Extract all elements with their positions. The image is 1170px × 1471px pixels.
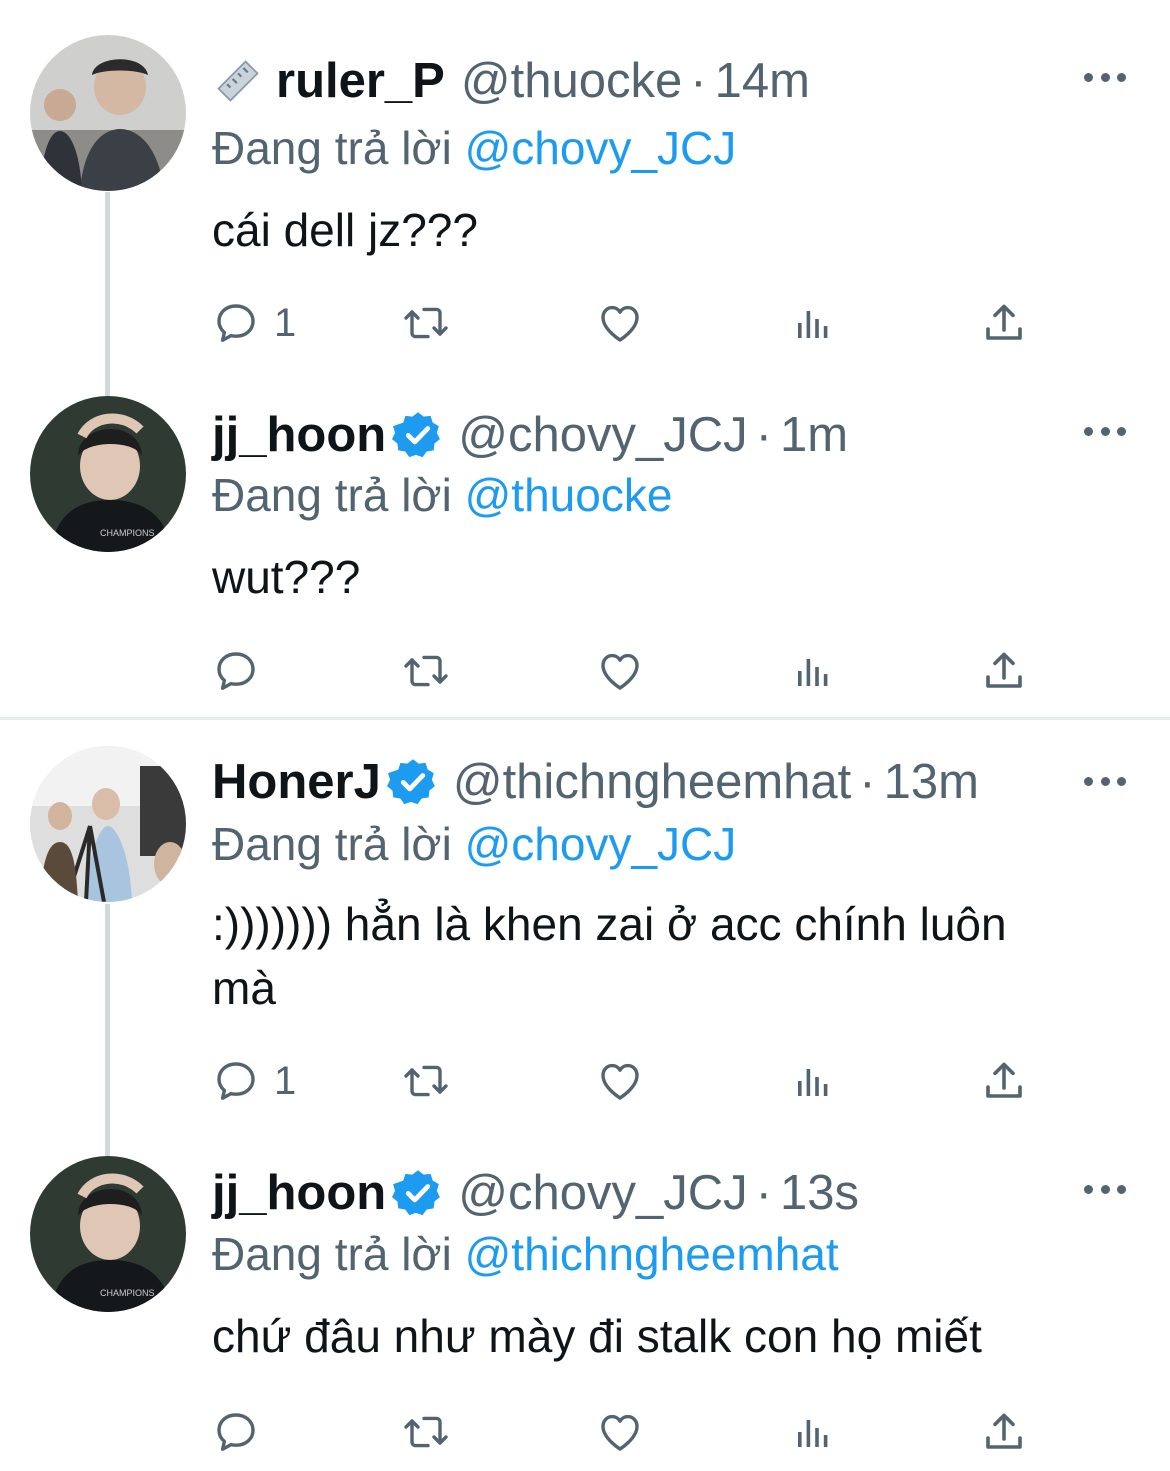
thread-connector-2 xyxy=(105,904,110,1156)
reply-button[interactable] xyxy=(212,1404,274,1460)
verified-badge-icon xyxy=(392,409,444,461)
avatar[interactable]: CHAMPIONS xyxy=(30,1156,186,1312)
timestamp[interactable]: 1m xyxy=(780,400,848,470)
timestamp[interactable]: 13s xyxy=(780,1158,859,1228)
replying-to-mention[interactable]: @thuocke xyxy=(465,469,673,521)
reply-button[interactable]: 1 xyxy=(212,1053,296,1109)
share-icon xyxy=(980,1057,1028,1105)
svg-text:CHAMPIONS: CHAMPIONS xyxy=(100,528,155,538)
like-button[interactable] xyxy=(596,1404,644,1460)
reply-button[interactable]: 1 xyxy=(212,295,296,351)
replying-to-mention[interactable]: @chovy_JCJ xyxy=(465,818,737,870)
action-bar xyxy=(212,1404,1042,1460)
timestamp[interactable]: 13m xyxy=(884,747,979,817)
tweet-header: ruler_P @thuocke · 14m xyxy=(212,46,1140,116)
tweet-header: jj_hoon @chovy_JCJ · 1m xyxy=(212,400,1140,470)
views-button[interactable] xyxy=(788,1404,836,1460)
reply-icon xyxy=(212,647,260,695)
views-icon xyxy=(788,1408,836,1456)
heart-icon xyxy=(596,299,644,347)
timestamp[interactable]: 14m xyxy=(715,46,810,116)
verified-badge-icon xyxy=(387,756,439,808)
replying-to-label: Đang trả lời xyxy=(212,122,452,174)
tweet-header: HonerJ @thichngheemhat · 13m xyxy=(212,747,1140,817)
replying-to-label: Đang trả lời xyxy=(212,469,452,521)
retweet-icon xyxy=(402,1057,450,1105)
separator-dot: · xyxy=(755,408,772,462)
user-handle[interactable]: @chovy_JCJ xyxy=(458,1158,747,1228)
tweet-header: jj_hoon @chovy_JCJ · 13s xyxy=(212,1158,1140,1228)
more-options-icon[interactable] xyxy=(1084,421,1126,441)
heart-icon xyxy=(596,647,644,695)
share-button[interactable] xyxy=(980,643,1028,699)
share-icon xyxy=(980,647,1028,695)
more-options-icon[interactable] xyxy=(1084,771,1126,791)
reply-icon xyxy=(212,1057,260,1105)
views-button[interactable] xyxy=(788,1053,836,1109)
avatar[interactable] xyxy=(30,746,186,902)
reply-count: 1 xyxy=(274,1058,297,1103)
share-icon xyxy=(980,299,1028,347)
retweet-icon xyxy=(402,647,450,695)
separator-dot: · xyxy=(755,1166,772,1220)
like-button[interactable] xyxy=(596,643,644,699)
display-name[interactable]: jj_hoon xyxy=(212,1158,386,1228)
more-options-icon[interactable] xyxy=(1084,1179,1126,1199)
tweet-text: chứ đâu như mày đi stalk con họ miết xyxy=(212,1310,982,1362)
tweet-text: cái dell jz??? xyxy=(212,204,478,256)
replying-to: Đang trả lời @chovy_JCJ xyxy=(212,116,736,180)
reply-icon xyxy=(212,1408,260,1456)
tweet-text: wut??? xyxy=(212,551,361,603)
reply-icon xyxy=(212,299,260,347)
retweet-button[interactable] xyxy=(402,643,450,699)
views-icon xyxy=(788,1057,836,1105)
retweet-button[interactable] xyxy=(402,1053,450,1109)
more-options-icon[interactable] xyxy=(1084,67,1126,87)
display-name[interactable]: jj_hoon xyxy=(212,400,386,470)
heart-icon xyxy=(596,1408,644,1456)
action-bar: 1 xyxy=(212,1053,1042,1109)
thread-divider xyxy=(0,717,1170,720)
replying-to-label: Đang trả lời xyxy=(212,818,452,870)
views-icon xyxy=(788,299,836,347)
svg-text:CHAMPIONS: CHAMPIONS xyxy=(100,1288,155,1298)
replying-to: Đang trả lời @thichngheemhat xyxy=(212,1222,839,1286)
views-button[interactable] xyxy=(788,643,836,699)
separator-dot: · xyxy=(690,54,707,108)
action-bar: 1 xyxy=(212,295,1042,351)
display-name[interactable]: HonerJ xyxy=(212,747,381,817)
avatar[interactable] xyxy=(30,35,186,191)
share-button[interactable] xyxy=(980,1053,1028,1109)
views-button[interactable] xyxy=(788,295,836,351)
share-icon xyxy=(980,1408,1028,1456)
straight-ruler-icon xyxy=(212,55,264,107)
display-name[interactable]: ruler_P xyxy=(276,46,445,116)
verified-badge-icon xyxy=(392,1167,444,1219)
action-bar xyxy=(212,643,1042,699)
reply-button[interactable] xyxy=(212,643,274,699)
thread-connector-1 xyxy=(105,192,110,396)
replying-to-mention[interactable]: @thichngheemhat xyxy=(465,1228,839,1280)
user-handle[interactable]: @chovy_JCJ xyxy=(458,400,747,470)
retweet-button[interactable] xyxy=(402,1404,450,1460)
user-handle[interactable]: @thichngheemhat xyxy=(453,747,851,817)
retweet-button[interactable] xyxy=(402,295,450,351)
avatar[interactable]: CHAMPIONS xyxy=(30,396,186,552)
user-handle[interactable]: @thuocke xyxy=(461,46,682,116)
retweet-icon xyxy=(402,1408,450,1456)
like-button[interactable] xyxy=(596,295,644,351)
like-button[interactable] xyxy=(596,1053,644,1109)
views-icon xyxy=(788,647,836,695)
separator-dot: · xyxy=(859,755,876,809)
replying-to-label: Đang trả lời xyxy=(212,1228,452,1280)
tweet-text: :))))))) hẳn là khen zai ở acc chính luô… xyxy=(212,898,1007,1014)
reply-count: 1 xyxy=(274,300,297,345)
replying-to: Đang trả lời @thuocke xyxy=(212,463,672,527)
retweet-icon xyxy=(402,299,450,347)
share-button[interactable] xyxy=(980,1404,1028,1460)
replying-to-mention[interactable]: @chovy_JCJ xyxy=(465,122,737,174)
share-button[interactable] xyxy=(980,295,1028,351)
heart-icon xyxy=(596,1057,644,1105)
replying-to: Đang trả lời @chovy_JCJ xyxy=(212,812,736,876)
